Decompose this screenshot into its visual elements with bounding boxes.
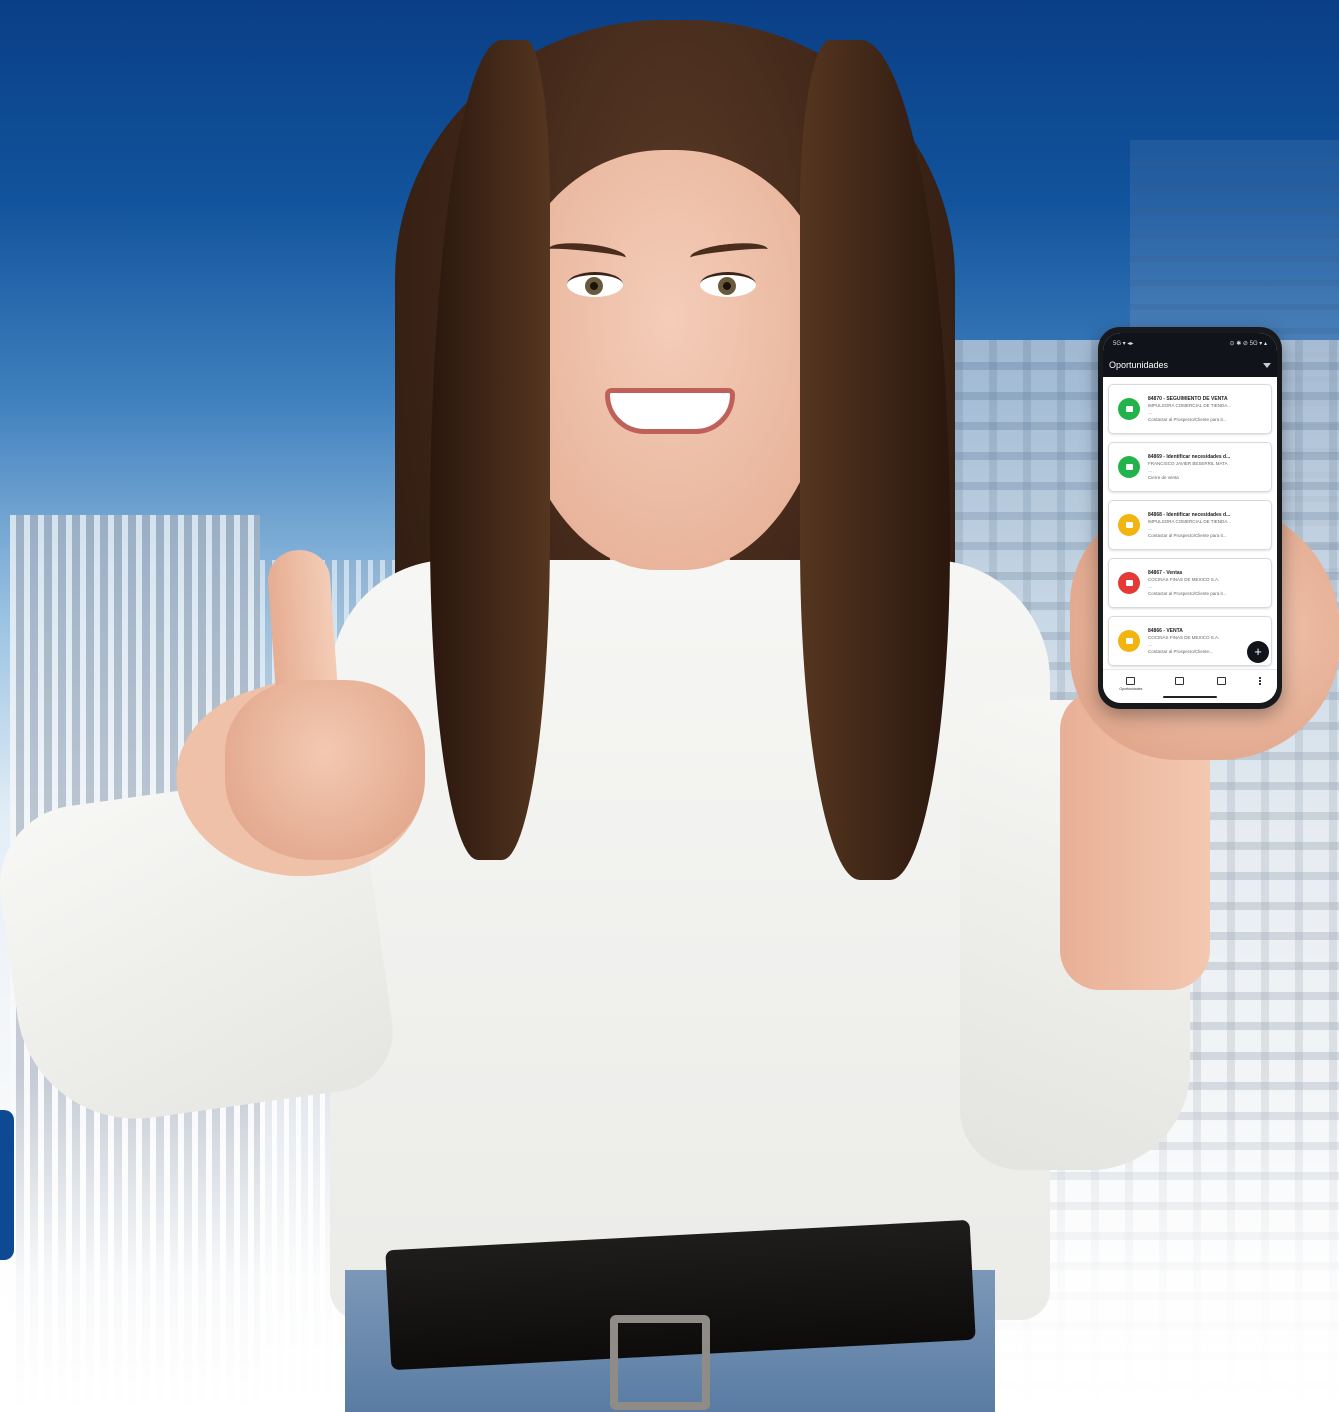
nav-opportunities-label: Oportunidades [1119, 687, 1143, 691]
filter-icon[interactable] [1263, 362, 1271, 368]
phone-screen: 5G ▾ ◂▸ ⊙ ✱ ⊘ 5G ▾ ▴ Oportunidades 84870… [1103, 333, 1277, 703]
card-meta: — [1148, 526, 1152, 531]
card-client: FRANCISCO JAVIER BESERRIL MATA [1148, 461, 1228, 466]
app-bar: Oportunidades [1103, 353, 1277, 377]
status-left: 5G ▾ ◂▸ [1113, 340, 1134, 347]
belt-buckle [610, 1315, 710, 1410]
smile [605, 388, 735, 434]
card-stage: Contactar al Prospecto/Cliente para it..… [1148, 591, 1227, 596]
home-indicator[interactable] [1163, 696, 1217, 698]
card-client: COCINAS FINAS DE MEXICO S.A. [1148, 577, 1220, 582]
status-icon [1118, 398, 1140, 420]
card-title: 84870 - SEGUIMIENTO DE VENTA [1148, 396, 1228, 402]
opportunity-card[interactable]: 84868 - Identificar necesidades d... IMP… [1108, 500, 1272, 550]
card-stage: Cierre de venta [1148, 475, 1179, 480]
more-vert-icon [1258, 677, 1261, 685]
nav-calendar[interactable] [1175, 677, 1185, 685]
contacts-icon [1216, 677, 1226, 685]
card-client: IMPULSORA COMERCIAL DE TIENDA... [1148, 519, 1232, 524]
card-stage: Contactar al Prospecto/Cliente para it..… [1148, 417, 1227, 422]
nav-more[interactable] [1258, 677, 1261, 685]
card-stage: Contactar al Prospecto/Cliente para it..… [1148, 533, 1227, 538]
opportunity-card[interactable]: 84870 - SEGUIMIENTO DE VENTA IMPULSORA C… [1108, 384, 1272, 434]
app-title: Oportunidades [1109, 360, 1169, 370]
card-title: 84867 - Ventas [1148, 570, 1183, 576]
status-icon [1118, 456, 1140, 478]
card-title: 84868 - Identificar necesidades d... [1148, 512, 1231, 518]
status-right: ⊙ ✱ ⊘ 5G ▾ ▴ [1229, 340, 1267, 347]
nav-opportunities[interactable]: Oportunidades [1119, 677, 1142, 691]
opportunity-list: 84870 - SEGUIMIENTO DE VENTA IMPULSORA C… [1103, 377, 1277, 666]
card-client: IMPULSORA COMERCIAL DE TIENDA... [1148, 403, 1232, 408]
left-eye [567, 272, 623, 297]
status-icon [1118, 572, 1140, 594]
card-client: COCINAS FINAS DE MEXICO S.A. [1148, 635, 1220, 640]
card-meta: — [1148, 410, 1152, 415]
right-eye [700, 272, 756, 297]
opportunity-card[interactable]: 84866 - VENTA COCINAS FINAS DE MEXICO S.… [1108, 616, 1272, 666]
add-opportunity-button[interactable]: + [1247, 641, 1269, 663]
calendar-icon [1175, 677, 1185, 685]
opportunity-card[interactable]: 84869 - Identificar necesidades d... FRA… [1108, 442, 1272, 492]
thumbs-up-fist [225, 680, 425, 860]
card-meta: — [1148, 584, 1152, 589]
card-title: 84866 - VENTA [1148, 628, 1183, 634]
status-bar: 5G ▾ ◂▸ ⊙ ✱ ⊘ 5G ▾ ▴ [1103, 333, 1277, 353]
nav-contacts[interactable] [1216, 677, 1226, 685]
card-meta: — [1148, 468, 1152, 473]
status-icon [1118, 514, 1140, 536]
opportunity-card[interactable]: 84867 - Ventas COCINAS FINAS DE MEXICO S… [1108, 558, 1272, 608]
card-title: 84869 - Identificar necesidades d... [1148, 454, 1231, 460]
chat-icon [1126, 677, 1136, 685]
status-icon [1118, 630, 1140, 652]
smartphone: 5G ▾ ◂▸ ⊙ ✱ ⊘ 5G ▾ ▴ Oportunidades 84870… [1098, 327, 1282, 709]
